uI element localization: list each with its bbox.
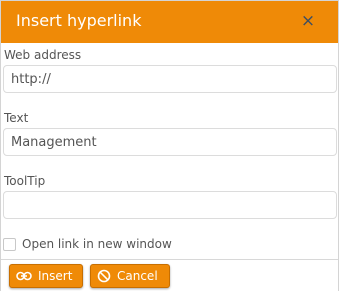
open-new-window-row[interactable]: Open link in new window xyxy=(3,236,172,252)
insert-button[interactable]: Insert xyxy=(9,264,83,288)
tooltip-input[interactable] xyxy=(3,191,337,219)
insert-hyperlink-dialog: Insert hyperlink × Web address Text Tool… xyxy=(0,0,339,291)
dialog-header: Insert hyperlink × xyxy=(1,1,338,43)
cancel-button[interactable]: Cancel xyxy=(90,264,170,288)
text-input[interactable] xyxy=(3,128,337,156)
dialog-title: Insert hyperlink xyxy=(16,11,142,30)
web-address-label: Web address xyxy=(4,48,82,62)
close-icon[interactable]: × xyxy=(297,10,319,32)
insert-button-label[interactable]: Insert xyxy=(38,269,72,283)
tooltip-label: ToolTip xyxy=(4,174,46,188)
cancel-button-label[interactable]: Cancel xyxy=(117,269,158,283)
web-address-input[interactable] xyxy=(3,65,337,93)
open-new-window-label[interactable]: Open link in new window xyxy=(22,237,172,251)
link-icon xyxy=(16,271,32,281)
dialog-footer: Insert Cancel xyxy=(1,259,338,291)
cancel-circle-icon xyxy=(97,269,111,283)
text-label: Text xyxy=(4,111,29,125)
open-new-window-checkbox[interactable] xyxy=(3,237,16,251)
